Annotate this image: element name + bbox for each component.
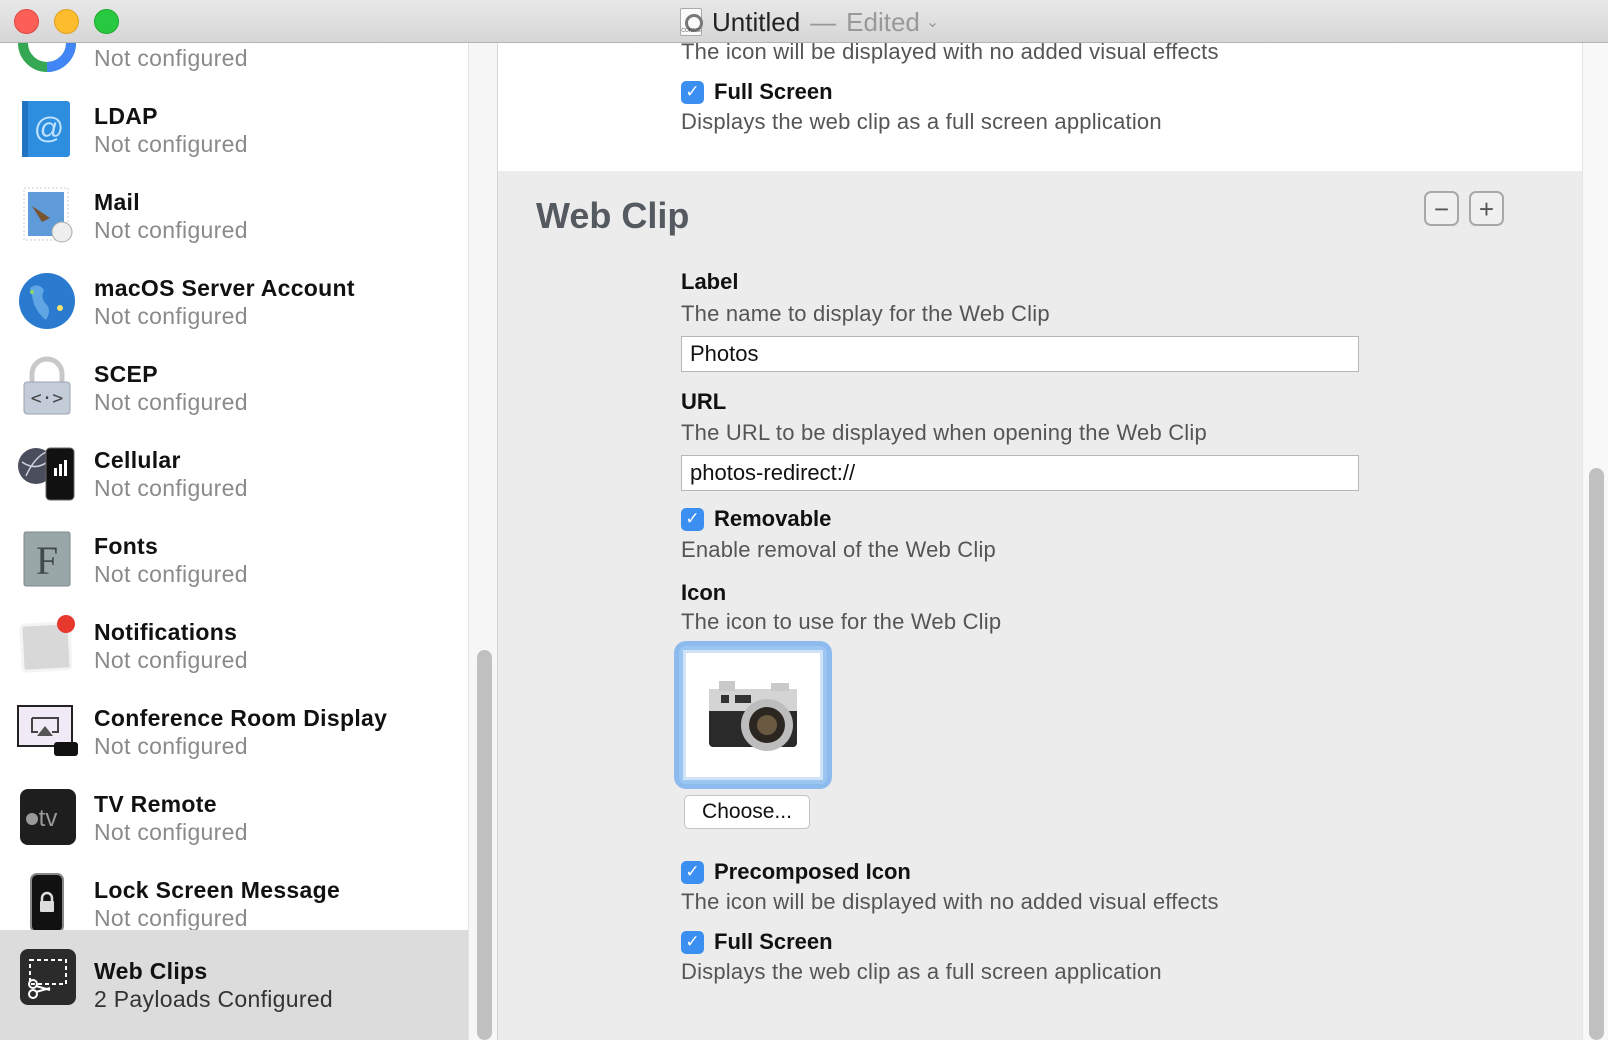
svg-text:tv: tv: [39, 805, 58, 832]
sidebar-item-status: Not configured: [94, 905, 248, 931]
sidebar-item-status: 2 Payloads Configured: [94, 986, 334, 1012]
previous-web-clip-section: The icon will be displayed with no added…: [498, 39, 1582, 171]
sidebar-item-mail[interactable]: Mail Not configured: [0, 171, 468, 257]
add-payload-button[interactable]: +: [1469, 191, 1504, 226]
config-document-icon: [680, 8, 703, 36]
mail-stamp-icon: [23, 187, 73, 243]
sidebar-item-status: Not configured: [94, 647, 248, 673]
payload-editor: The icon will be displayed with no added…: [498, 39, 1590, 1040]
precomposed-checkbox[interactable]: ✓: [681, 860, 704, 884]
scissors-clip-icon: [20, 949, 76, 1005]
fullscreen-checkbox-row[interactable]: ✓ Full Screen: [681, 929, 833, 955]
payload-sidebar: Not configured @ LDAP Not configured Mai…: [0, 43, 468, 1040]
precomposed-label: Precomposed Icon: [714, 859, 911, 884]
sidebar-item-status: Not configured: [94, 561, 248, 587]
sidebar-item-status: Not configured: [94, 733, 248, 759]
sidebar-item-name: TV Remote: [94, 791, 217, 817]
sidebar-item-web-clips[interactable]: Web Clips 2 Payloads Configured: [0, 930, 468, 1040]
sidebar-item-status: Not configured: [94, 475, 248, 501]
sidebar-item-status: Not configured: [94, 131, 248, 157]
document-title: Untitled: [712, 6, 801, 37]
sidebar-item-fonts[interactable]: F Fonts Not configured: [0, 515, 468, 601]
airplay-display-icon: [17, 705, 78, 756]
removable-checkbox[interactable]: ✓: [681, 507, 704, 531]
title-separator: —: [810, 6, 837, 37]
edited-status: Edited: [846, 6, 920, 37]
close-window-button[interactable]: [14, 9, 39, 34]
title-bar: Untitled — Edited ⌄: [0, 0, 1608, 43]
fullscreen-checkbox[interactable]: ✓: [681, 930, 704, 954]
padlock-icon: <·>: [23, 356, 71, 415]
fullscreen-label: Full Screen: [714, 79, 833, 104]
sidebar-item-name: Conference Room Display: [94, 705, 388, 731]
sidebar-item-status: Not configured: [94, 389, 248, 415]
main-scrollbar-thumb[interactable]: [1589, 468, 1604, 1040]
sidebar-item-name: Lock Screen Message: [94, 877, 341, 903]
globe-server-icon: [19, 273, 75, 329]
removable-label: Removable: [714, 506, 832, 531]
sidebar-item-ldap[interactable]: @ LDAP Not configured: [0, 85, 468, 171]
minimize-window-button[interactable]: [54, 9, 79, 34]
window-title[interactable]: Untitled — Edited ⌄: [680, 6, 939, 38]
url-input[interactable]: [681, 455, 1359, 491]
sidebar-item-scep[interactable]: <·> SCEP Not configured: [0, 343, 468, 429]
svg-text:F: F: [36, 538, 58, 583]
sidebar-item-status: Not configured: [94, 303, 248, 329]
label-input[interactable]: [681, 336, 1359, 372]
section-title: Web Clip: [536, 195, 690, 236]
sidebar-item-status: Not configured: [94, 45, 248, 71]
sidebar-item-name: Mail: [94, 189, 140, 215]
sidebar-item-conference-room-display[interactable]: Conference Room Display Not configured: [0, 687, 468, 773]
sidebar-item-cellular[interactable]: Cellular Not configured: [0, 429, 468, 515]
url-field-label: URL: [681, 389, 727, 414]
sidebar-item-name: Fonts: [94, 533, 159, 559]
fullscreen-checkbox-row-previous[interactable]: ✓ Full Screen: [681, 79, 833, 105]
url-field-description: The URL to be displayed when opening the…: [681, 420, 1207, 445]
icon-image-well[interactable]: [674, 641, 832, 789]
removable-checkbox-row[interactable]: ✓ Removable: [681, 506, 831, 532]
svg-text:<·>: <·>: [31, 388, 64, 409]
notification-badge-icon: [19, 615, 75, 673]
sidebar-item-name: macOS Server Account: [94, 275, 355, 301]
icon-field-description: The icon to use for the Web Clip: [681, 609, 1002, 634]
label-field-description: The name to display for the Web Clip: [681, 301, 1050, 326]
sidebar-item-macos-server-account[interactable]: macOS Server Account Not configured: [0, 257, 468, 343]
camera-icon: [709, 681, 797, 751]
sidebar-item-status: Not configured: [94, 819, 248, 845]
sidebar-scrollbar-thumb[interactable]: [477, 650, 492, 1040]
zoom-window-button[interactable]: [94, 9, 119, 34]
sidebar-item-name: Web Clips: [94, 958, 208, 984]
sidebar-item-name: Notifications: [94, 619, 238, 645]
precomposed-description: The icon will be displayed with no added…: [681, 889, 1219, 914]
remove-payload-button[interactable]: −: [1424, 191, 1459, 226]
sidebar-item-name: LDAP: [94, 103, 158, 129]
precomposed-checkbox-row[interactable]: ✓ Precomposed Icon: [681, 859, 911, 885]
sidebar-item-notifications[interactable]: Notifications Not configured: [0, 601, 468, 687]
fullscreen-description: Displays the web clip as a full screen a…: [681, 109, 1162, 134]
label-field-label: Label: [681, 269, 739, 294]
cellular-phone-icon: [18, 447, 75, 501]
sidebar-item-name: Cellular: [94, 447, 181, 473]
sidebar-item-name: SCEP: [94, 361, 158, 387]
fullscreen-label: Full Screen: [714, 929, 833, 954]
fullscreen-checkbox-previous[interactable]: ✓: [681, 80, 704, 104]
chevron-down-icon[interactable]: ⌄: [926, 12, 939, 32]
apple-tv-icon: tv: [20, 789, 76, 845]
lock-screen-phone-icon: [30, 873, 64, 933]
removable-description: Enable removal of the Web Clip: [681, 537, 996, 562]
font-book-icon: F: [23, 531, 71, 587]
svg-text:@: @: [34, 112, 64, 145]
icon-field-label: Icon: [681, 580, 727, 605]
partial-circle-icon: [18, 43, 76, 72]
sidebar-item-partial[interactable]: Not configured: [0, 43, 468, 85]
sidebar-item-status: Not configured: [94, 217, 248, 243]
ldap-address-book-icon: @: [22, 101, 70, 157]
fullscreen-description: Displays the web clip as a full screen a…: [681, 959, 1162, 984]
sidebar-item-tv-remote[interactable]: tv TV Remote Not configured: [0, 773, 468, 859]
choose-icon-button[interactable]: Choose...: [684, 795, 810, 829]
